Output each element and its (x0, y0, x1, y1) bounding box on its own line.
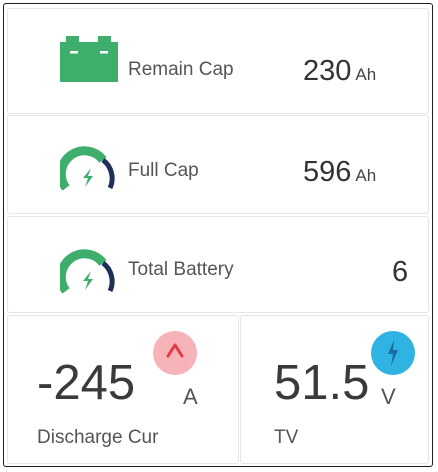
remain-cap-value: 230 Ah (303, 55, 376, 88)
tv-unit: V (381, 384, 396, 409)
total-battery-label: Total Battery (128, 259, 234, 280)
remain-cap-unit: Ah (355, 65, 377, 84)
lightning-icon (371, 331, 415, 375)
battery-icon (60, 36, 118, 82)
arrow-up-icon (153, 331, 197, 375)
full-cap-row: Full Cap 596 Ah (7, 115, 429, 214)
tv-card: 51.5 V TV (240, 315, 429, 464)
discharge-cur-label: Discharge Cur (37, 427, 159, 448)
remain-cap-number: 230 (303, 55, 352, 87)
full-cap-number: 596 (303, 156, 352, 188)
gauge-icon (60, 249, 115, 293)
gauge-icon (60, 146, 115, 190)
remain-cap-row: Remain Cap 230 Ah (7, 8, 429, 114)
tv-value: 51.5 (274, 356, 370, 410)
full-cap-unit: Ah (355, 166, 377, 185)
full-cap-label: Full Cap (128, 160, 199, 181)
discharge-cur-card: -245 A Discharge Cur (7, 315, 239, 464)
total-battery-row: Total Battery 6 (7, 216, 429, 313)
discharge-cur-value: -245 (37, 356, 136, 410)
full-cap-value: 596 Ah (303, 156, 376, 189)
tv-label: TV (274, 427, 299, 448)
remain-cap-label: Remain Cap (128, 59, 234, 80)
total-battery-value: 6 (392, 256, 409, 288)
discharge-cur-unit: A (183, 384, 198, 409)
battery-status-panel: Remain Cap 230 Ah Full Cap 596 Ah Total Ba… (3, 3, 433, 467)
